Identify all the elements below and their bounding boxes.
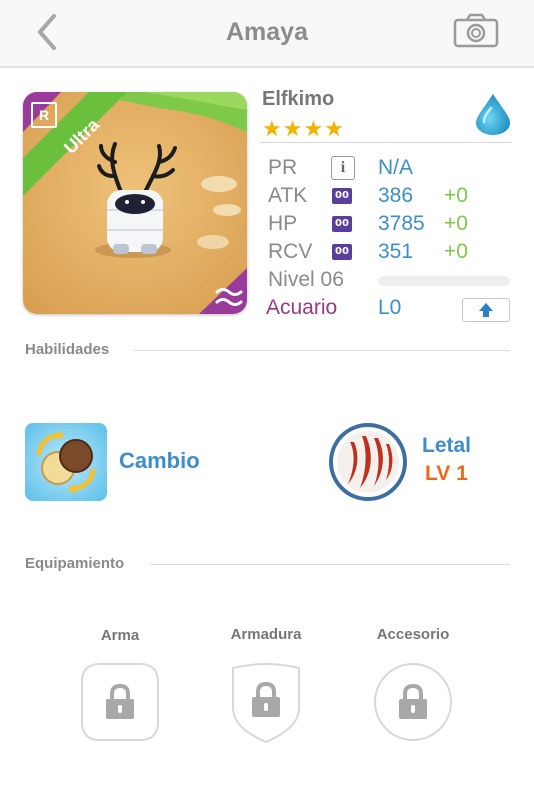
stat-rcv-value: 351	[378, 240, 414, 263]
accessory-slot-label: Accesorio	[376, 626, 450, 643]
rank-badge-letter: R	[38, 107, 50, 123]
accessory-slot[interactable]	[373, 662, 453, 742]
stat-atk-value: 386	[378, 184, 414, 207]
weapon-slot-label: Arma	[100, 627, 140, 644]
stat-hp-bonus: +0	[444, 212, 468, 235]
stat-hp-label: HP	[268, 212, 298, 235]
skill-swap-icon[interactable]	[25, 423, 107, 501]
name-divider	[260, 142, 512, 143]
level-label: Nivel 06	[268, 268, 344, 291]
info-icon[interactable]: i	[331, 156, 355, 180]
equipment-divider	[150, 564, 510, 565]
ability-level: LV 1	[425, 462, 468, 485]
stat-pr-label: PR	[268, 156, 298, 179]
rcv-boost-badge: 00	[332, 244, 352, 260]
water-drop-icon	[476, 94, 510, 135]
lock-icon	[106, 684, 134, 719]
weapon-slot[interactable]	[80, 662, 160, 742]
lock-icon	[399, 684, 427, 719]
top-bar: Amaya	[0, 0, 534, 68]
stat-atk-label: ATK	[268, 184, 308, 207]
stat-hp-value: 3785	[378, 212, 425, 235]
skill-name[interactable]: Cambio	[119, 448, 200, 474]
upgrade-button[interactable]	[462, 298, 510, 322]
monster-name: Elfkimo	[262, 88, 335, 110]
armor-slot[interactable]	[227, 660, 305, 744]
zodiac-label: Acuario	[266, 296, 338, 319]
atk-boost-badge: 00	[332, 188, 352, 204]
lock-icon	[252, 682, 280, 717]
camera-icon[interactable]	[452, 12, 500, 50]
stat-pr-value: N/A	[378, 156, 414, 179]
rank-badge: R	[31, 102, 57, 128]
rarity-stars: ★★★★	[262, 116, 345, 141]
stat-rcv-bonus: +0	[444, 240, 468, 263]
stat-rcv-label: RCV	[268, 240, 313, 263]
ability-name[interactable]: Letal	[422, 434, 471, 458]
abilities-divider	[134, 350, 510, 351]
claw-ability-icon[interactable]	[328, 422, 408, 502]
abilities-section-title: Habilidades	[25, 341, 110, 358]
monster-card[interactable]: R Ultra	[23, 92, 247, 314]
level-progress-bar	[378, 276, 510, 286]
zodiac-level: L0	[378, 296, 402, 319]
arrow-up-icon	[479, 303, 493, 317]
hp-boost-badge: 00	[332, 216, 352, 232]
stat-atk-bonus: +0	[444, 184, 468, 207]
armor-slot-label: Armadura	[230, 626, 302, 643]
equipment-section-title: Equipamiento	[25, 555, 125, 572]
